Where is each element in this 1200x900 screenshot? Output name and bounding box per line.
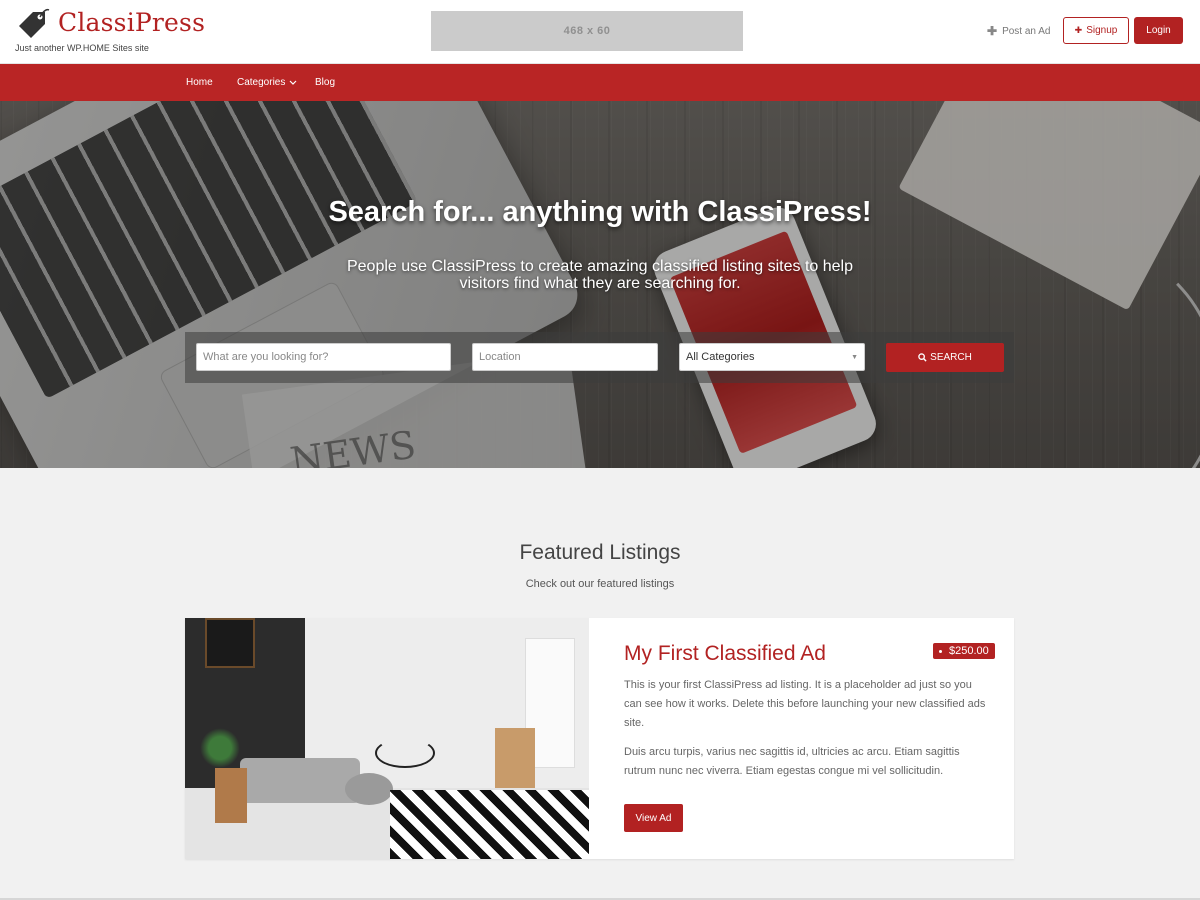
site-header: ClassiPress Just another WP.HOME Sites s… — [0, 0, 1200, 64]
listing-description: This is your first ClassiPress ad listin… — [624, 679, 986, 729]
plus-icon: ✚ — [987, 24, 998, 38]
search-bar: All Categories ▼ SEARCH — [185, 332, 1014, 383]
search-icon — [918, 353, 927, 362]
price-value: $250.00 — [949, 645, 989, 657]
hero-title: Search for... anything with ClassiPress! — [328, 196, 872, 228]
room-bicycle — [375, 738, 435, 768]
location-input[interactable] — [472, 343, 658, 371]
view-ad-button[interactable]: View Ad — [624, 804, 683, 832]
signup-button[interactable]: ✚ Signup — [1063, 17, 1129, 44]
room-shelf — [495, 728, 535, 788]
category-select-value: All Categories — [686, 351, 755, 363]
room-plant — [200, 728, 240, 768]
room-stool — [215, 768, 247, 823]
room-sofa — [240, 758, 360, 803]
site-tagline: Just another WP.HOME Sites site — [15, 43, 149, 53]
room-chalkboard — [205, 618, 255, 668]
listing-image[interactable] — [185, 618, 589, 859]
site-title[interactable]: ClassiPress — [58, 8, 205, 37]
caret-down-icon: ▼ — [851, 353, 858, 361]
login-button[interactable]: Login — [1134, 17, 1183, 44]
room-pouf — [345, 773, 393, 805]
nav-item-home[interactable]: Home — [186, 64, 213, 101]
price-tag-icon[interactable] — [15, 6, 51, 42]
nav-item-categories[interactable]: Categories — [237, 64, 297, 101]
search-input[interactable] — [196, 343, 451, 371]
listing-description-extra: Duis arcu turpis, varius nec sagittis id… — [624, 746, 960, 777]
main-nav: Home Categories Blog — [0, 64, 1200, 101]
featured-title: Featured Listings — [519, 541, 681, 564]
plus-icon: ✚ — [1074, 25, 1083, 35]
search-button-label: SEARCH — [930, 352, 972, 363]
search-button[interactable]: SEARCH — [886, 343, 1004, 372]
ad-banner-label: 468 x 60 — [563, 25, 611, 37]
bullet-icon — [939, 649, 942, 653]
post-ad-link[interactable]: ✚ Post an Ad — [987, 24, 1050, 38]
ad-banner[interactable]: 468 x 60 — [431, 11, 743, 51]
price-badge: $250.00 — [933, 643, 995, 659]
signup-label: Signup — [1086, 25, 1118, 36]
nav-item-label: Blog — [315, 77, 336, 88]
room-rug — [390, 790, 589, 859]
nav-item-blog[interactable]: Blog — [315, 64, 335, 101]
listing-title[interactable]: My First Classified Ad — [624, 642, 826, 666]
post-ad-label: Post an Ad — [1002, 25, 1051, 37]
category-select[interactable]: All Categories ▼ — [679, 343, 865, 371]
chevron-down-icon — [289, 80, 297, 85]
featured-subtitle: Check out our featured listings — [525, 578, 675, 590]
nav-item-label: Categories — [237, 77, 286, 88]
listing-card: My First Classified Ad $250.00 This is y… — [185, 618, 1014, 859]
hero-subtitle: People use ClassiPress to create amazing… — [346, 258, 854, 292]
nav-item-label: Home — [186, 77, 213, 88]
